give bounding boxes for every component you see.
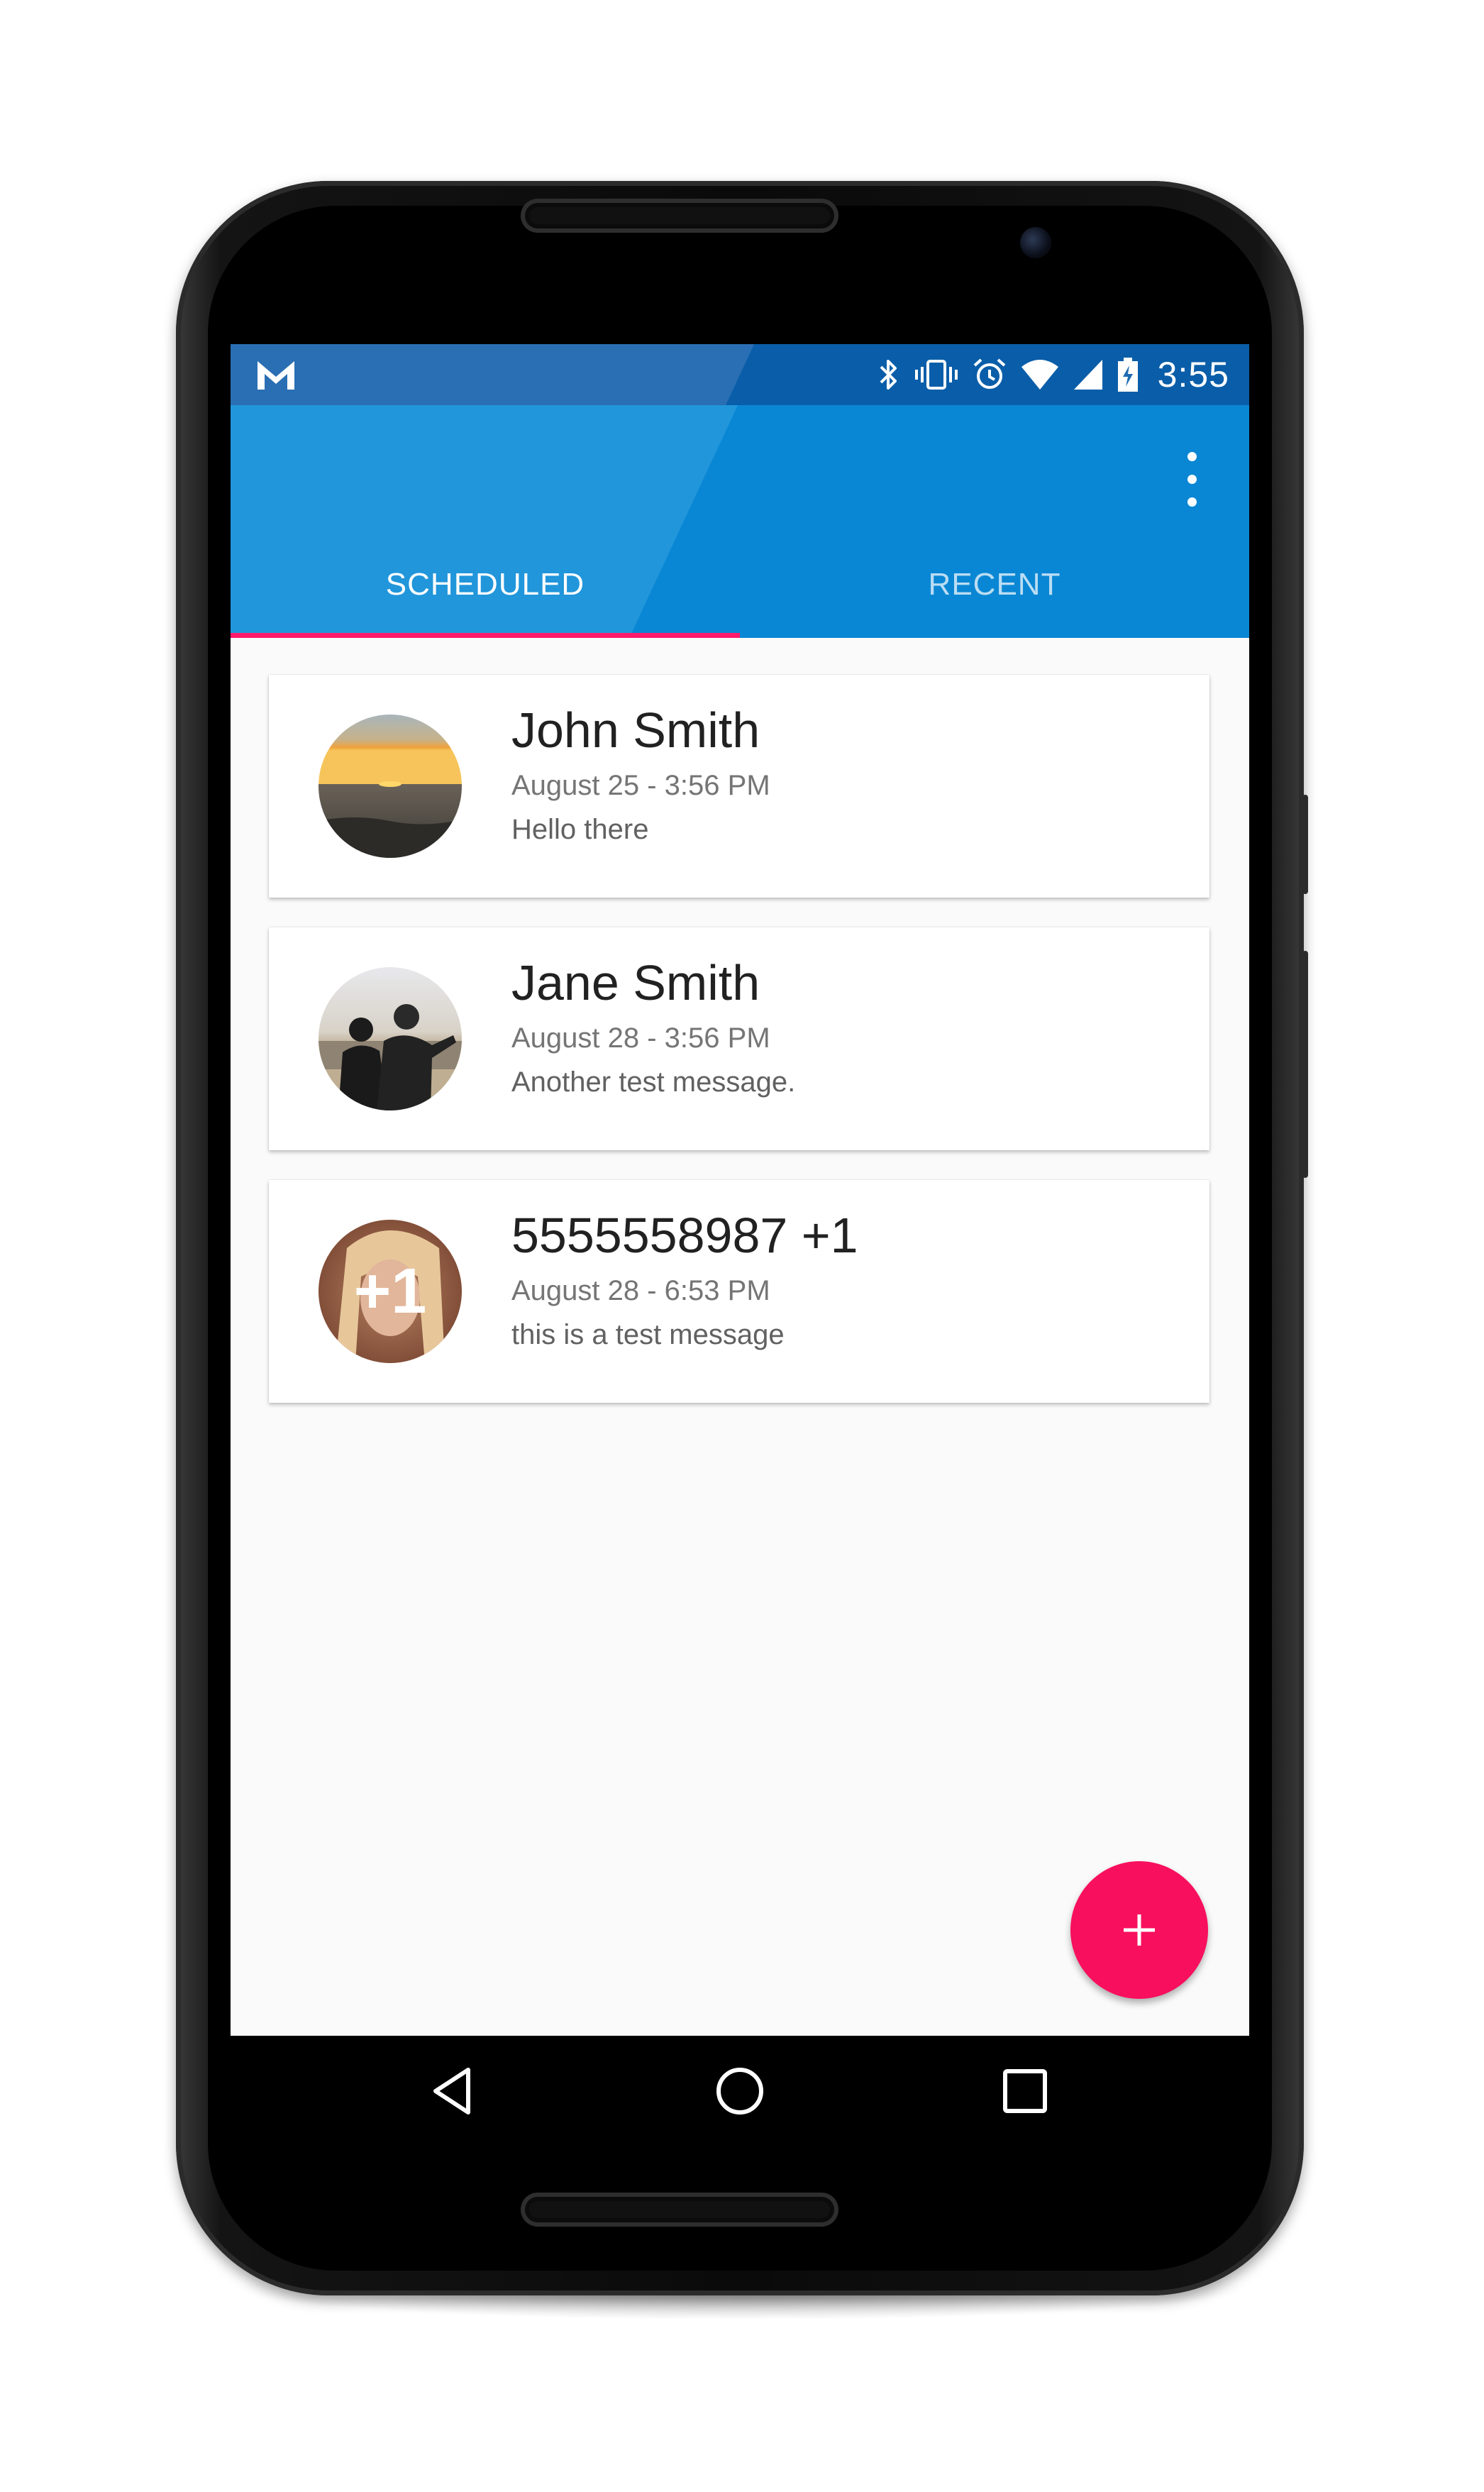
more-vert-icon[interactable] bbox=[1174, 449, 1209, 510]
recents-icon[interactable] bbox=[997, 2063, 1053, 2119]
power-button bbox=[1302, 795, 1308, 894]
tab-scheduled[interactable]: SCHEDULED bbox=[231, 531, 740, 638]
wifi-icon bbox=[1021, 360, 1058, 390]
contact-avatar: +1 bbox=[319, 1220, 462, 1363]
screen: 3:55 SCHEDULED RECENT John Smith August … bbox=[231, 344, 1249, 2146]
contact-avatar bbox=[319, 967, 462, 1110]
app-bar: SCHEDULED RECENT bbox=[231, 405, 1249, 638]
contact-name: John Smith bbox=[511, 702, 760, 758]
cell-signal-icon bbox=[1073, 360, 1102, 390]
sunset-beach-photo bbox=[319, 715, 462, 858]
message-preview: Another test message. bbox=[511, 1066, 796, 1098]
message-preview: Hello there bbox=[511, 814, 649, 845]
scheduled-message-list: John Smith August 25 - 3:56 PM Hello the… bbox=[269, 675, 1211, 1433]
top-speaker bbox=[521, 199, 838, 233]
scheduled-datetime: August 28 - 3:56 PM bbox=[511, 1022, 770, 1054]
tab-indicator bbox=[231, 633, 740, 638]
back-icon[interactable] bbox=[426, 2063, 482, 2119]
bluetooth-icon bbox=[880, 360, 897, 390]
vibrate-icon bbox=[914, 360, 958, 390]
message-card[interactable]: +1 5555558987 +1 August 28 - 6:53 PM thi… bbox=[269, 1180, 1209, 1403]
home-icon[interactable] bbox=[711, 2063, 768, 2119]
plus-icon bbox=[1124, 1914, 1155, 1946]
gmail-m-icon bbox=[258, 361, 294, 390]
add-message-button[interactable] bbox=[1070, 1861, 1208, 1999]
bottom-speaker bbox=[521, 2193, 838, 2227]
message-card[interactable]: Jane Smith August 28 - 3:56 PM Another t… bbox=[269, 927, 1209, 1150]
volume-button bbox=[1302, 951, 1308, 1178]
tab-bar: SCHEDULED RECENT bbox=[231, 531, 1249, 638]
message-card[interactable]: John Smith August 25 - 3:56 PM Hello the… bbox=[269, 675, 1209, 898]
participant-count-badge: +1 bbox=[353, 1255, 427, 1327]
navigation-bar bbox=[231, 2036, 1249, 2146]
status-bar: 3:55 bbox=[231, 344, 1249, 405]
status-time: 3:55 bbox=[1157, 355, 1229, 395]
front-camera bbox=[1020, 227, 1051, 258]
contact-avatar bbox=[319, 715, 462, 858]
contact-name: Jane Smith bbox=[511, 955, 760, 1010]
scheduled-datetime: August 25 - 3:56 PM bbox=[511, 770, 770, 801]
alarm-icon bbox=[973, 358, 1006, 389]
message-preview: this is a test message bbox=[511, 1319, 785, 1350]
contact-name: 5555558987 +1 bbox=[511, 1208, 858, 1263]
couple-at-beach-photo bbox=[319, 967, 462, 1110]
tab-recent[interactable]: RECENT bbox=[740, 531, 1249, 638]
battery-charging-icon bbox=[1117, 358, 1138, 392]
scheduled-datetime: August 28 - 6:53 PM bbox=[511, 1275, 770, 1306]
